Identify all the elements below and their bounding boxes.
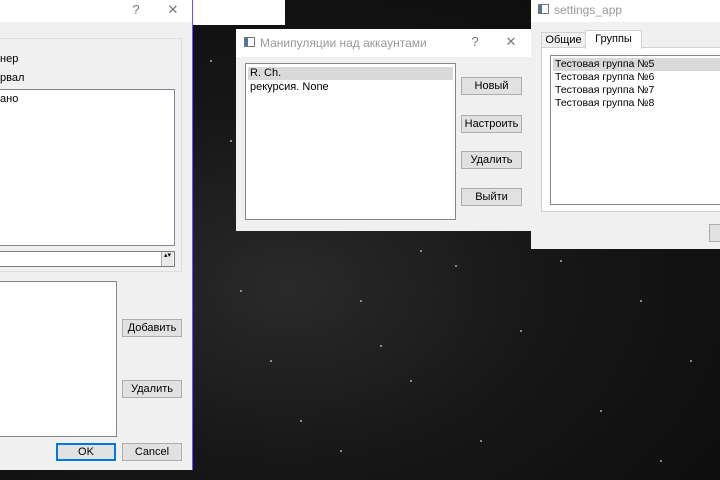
help-button[interactable]: ?	[465, 34, 485, 49]
delete-button[interactable]: Удалить	[122, 380, 182, 398]
add-button[interactable]: Добавить	[122, 319, 182, 337]
text-area[interactable]: ано	[0, 89, 175, 246]
groups-list[interactable]: Тестовая группа №5 Тестовая группа №6 Те…	[550, 55, 720, 205]
list-item[interactable]: рекурсия. None	[248, 81, 453, 94]
spin-box[interactable]: ▴▾	[0, 251, 175, 267]
list-item[interactable]: Тестовая группа №5	[553, 58, 720, 71]
option-label-1: нер	[0, 53, 19, 65]
app-icon	[244, 37, 255, 47]
app-icon	[538, 4, 549, 14]
close-icon[interactable]: ✕	[163, 2, 183, 18]
exit-button[interactable]: Выйти	[461, 188, 522, 206]
accounts-dialog-titlebar: Манипуляции над аккаунтами ? ✕	[236, 29, 531, 57]
accounts-list[interactable]: R. Ch. рекурсия. None	[245, 63, 456, 220]
tab-general[interactable]: Общие	[541, 32, 586, 48]
accounts-dialog-title: Манипуляции над аккаунтами	[260, 36, 427, 50]
left-dialog: ? ✕ нер рвал ано ▴▾ Добавить Удалить OK …	[0, 0, 193, 470]
list-item[interactable]: R. Ch.	[248, 67, 453, 80]
list-item[interactable]: Тестовая группа №8	[553, 97, 720, 110]
list-item[interactable]: Тестовая группа №7	[553, 84, 720, 97]
settings-app-window: settings_app Общие Группы Тестовая групп…	[531, 0, 720, 249]
accounts-dialog: Манипуляции над аккаунтами ? ✕ R. Ch. ре…	[236, 29, 531, 231]
background-window-edge	[193, 0, 285, 25]
configure-button[interactable]: Настроить	[461, 115, 522, 133]
delete-account-button[interactable]: Удалить	[461, 151, 522, 169]
groups-tab-page: Тестовая группа №5 Тестовая группа №6 Те…	[541, 47, 720, 212]
ok-button[interactable]: OK	[56, 443, 116, 461]
close-icon[interactable]: ✕	[501, 34, 521, 50]
list-item[interactable]: Тестовая группа №6	[553, 71, 720, 84]
tab-groups[interactable]: Группы	[585, 30, 642, 49]
left-dialog-titlebar: ? ✕	[0, 0, 192, 22]
settings-app-title: settings_app	[554, 3, 623, 17]
text-area-content: ано	[0, 93, 19, 105]
spin-arrows-icon[interactable]: ▴▾	[161, 252, 173, 266]
partial-button[interactable]	[709, 224, 720, 242]
items-list[interactable]	[0, 281, 117, 437]
cancel-button[interactable]: Cancel	[122, 443, 182, 461]
help-button[interactable]: ?	[126, 2, 146, 17]
new-account-button[interactable]: Новый	[461, 77, 522, 95]
settings-app-titlebar: settings_app	[531, 0, 720, 22]
option-label-2: рвал	[0, 72, 25, 84]
options-group: нер рвал ано ▴▾	[0, 38, 182, 272]
